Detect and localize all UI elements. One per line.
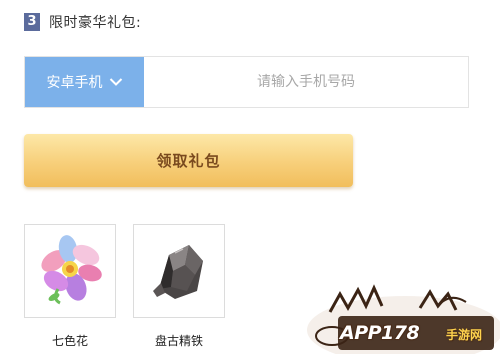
os-select-label: 安卓手机 — [46, 75, 103, 91]
gift-item-seven-color-flower: 七色花 — [24, 224, 116, 349]
phone-number-input[interactable] — [144, 57, 468, 107]
claim-gift-button[interactable]: 领取礼包 — [24, 134, 353, 187]
section-title: 限时豪华礼包: — [49, 15, 142, 31]
pangu-iron-ore-icon — [153, 245, 203, 299]
gift-item-pangu-iron: 盘古精铁 — [133, 224, 225, 349]
os-select-dropdown[interactable]: 安卓手机 — [25, 57, 144, 107]
gift-name: 七色花 — [51, 334, 88, 348]
seven-color-flower-icon — [41, 235, 102, 305]
phone-form: 安卓手机 — [24, 56, 469, 108]
site-watermark: APP178 手游网 — [300, 272, 500, 354]
watermark-subtitle: 手游网 — [446, 328, 483, 342]
gift-image-frame — [133, 224, 225, 318]
gift-image-frame — [24, 224, 116, 318]
section-header: 3 限时豪华礼包: — [24, 12, 141, 32]
watermark-brand: APP178 — [340, 322, 420, 344]
step-number-badge: 3 — [24, 13, 40, 31]
chevron-down-icon — [109, 78, 122, 86]
gift-name: 盘古精铁 — [154, 334, 203, 348]
